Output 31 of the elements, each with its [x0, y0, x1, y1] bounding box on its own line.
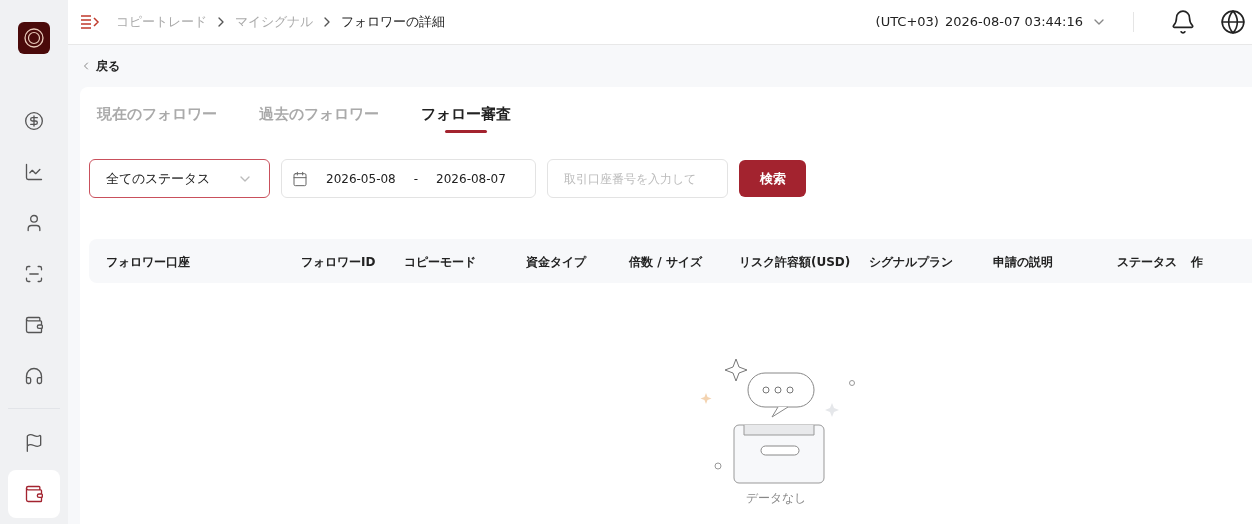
scan-icon	[24, 264, 44, 284]
column-header: 申請の説明	[993, 255, 1053, 269]
date-range-field[interactable]: 2026-05-08 - 2026-08-07	[281, 159, 536, 198]
back-link[interactable]: 戻る	[80, 57, 120, 75]
search-button[interactable]: 検索	[739, 160, 806, 197]
column-header: フォロワーID	[301, 255, 376, 269]
menu-icon[interactable]	[80, 15, 100, 29]
column-header: ステータス	[1117, 255, 1177, 269]
datetime-text: 2026-08-07 03:44:16	[944, 13, 1083, 32]
sidebar-item[interactable]	[8, 470, 60, 518]
flag-icon	[24, 433, 44, 453]
column-header: コピーモード	[404, 255, 476, 269]
column-header: シグナルプラン	[869, 255, 953, 269]
column-header: 倍数 / サイズ	[629, 255, 702, 269]
bell-icon[interactable]	[1170, 9, 1196, 35]
empty-text: データなし	[746, 490, 806, 507]
breadcrumb: フォロワーの詳細	[341, 13, 445, 32]
column-header: フォロワー口座	[106, 255, 190, 269]
wallet-icon	[24, 315, 44, 335]
column-header: リスク許容額(USD)	[739, 255, 851, 269]
column-header: 作	[1191, 255, 1203, 269]
globe-icon[interactable]	[1220, 9, 1246, 35]
chart-icon	[24, 162, 44, 182]
headset-icon	[24, 366, 44, 386]
dollar-icon	[24, 111, 44, 131]
timezone-text: (UTC+03)	[875, 13, 939, 32]
status-dropdown[interactable]: 全てのステータス	[89, 159, 270, 198]
calendar-icon	[292, 170, 308, 187]
column-header: 資金タイプ	[526, 255, 586, 269]
logo-icon	[18, 22, 50, 54]
tab[interactable]: フォロー審査	[421, 103, 511, 133]
